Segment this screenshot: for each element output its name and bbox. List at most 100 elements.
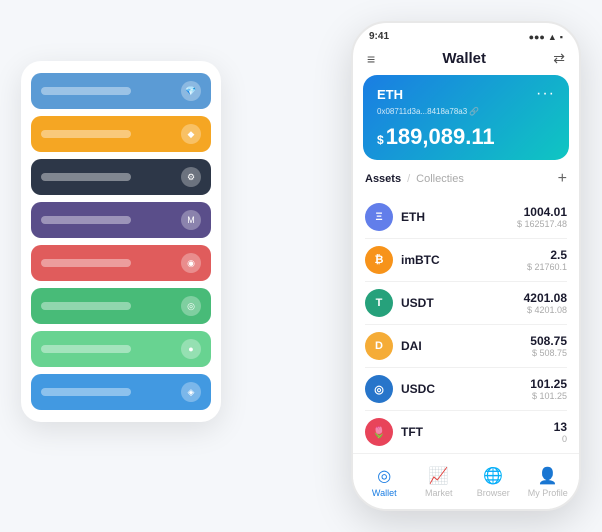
asset-right-dai: 508.75 $ 508.75 xyxy=(530,334,567,358)
usdt-icon: T xyxy=(365,289,393,317)
eth-card[interactable]: ETH ··· 0x08711d3a...8418a78a3 🔗 $189,08… xyxy=(363,75,569,160)
profile-nav-label: My Profile xyxy=(528,488,568,498)
imbtc-asset-amount: 2.5 xyxy=(527,248,567,262)
wifi-icon: ▲ xyxy=(548,32,557,42)
asset-right-imbtc: 2.5 $ 21760.1 xyxy=(527,248,567,272)
asset-right-tft: 13 0 xyxy=(554,420,567,444)
wallet-nav-label: Wallet xyxy=(372,488,397,498)
asset-right-eth: 1004.01 $ 162517.48 xyxy=(517,205,567,229)
phone-mockup: 9:41 ●●● ▲ ▪ ≡ Wallet ⇄ ETH ··· 0x08711d… xyxy=(351,21,581,511)
card-icon-7: ● xyxy=(181,339,201,359)
card-icon-6: ◎ xyxy=(181,296,201,316)
asset-left-dai: D DAI xyxy=(365,332,422,360)
menu-icon[interactable]: ≡ xyxy=(367,51,375,67)
stack-card-8[interactable]: ◈ xyxy=(31,374,211,410)
card-icon-3: ⚙ xyxy=(181,167,201,187)
card-icon-1: 💎 xyxy=(181,81,201,101)
asset-left-eth: Ξ ETH xyxy=(365,203,425,231)
stack-card-4[interactable]: M xyxy=(31,202,211,238)
usdt-asset-usd: $ 4201.08 xyxy=(524,305,567,315)
dai-asset-amount: 508.75 xyxy=(530,334,567,348)
asset-left-tft: 🌷 TFT xyxy=(365,418,423,446)
stack-card-1[interactable]: 💎 xyxy=(31,73,211,109)
card-bar xyxy=(41,302,131,310)
signal-icon: ●●● xyxy=(529,32,545,42)
eth-amount: $189,089.11 xyxy=(377,124,555,150)
stack-card-7[interactable]: ● xyxy=(31,331,211,367)
card-bar xyxy=(41,130,131,138)
tab-collecties[interactable]: Collecties xyxy=(416,173,464,185)
tab-divider: / xyxy=(407,173,410,185)
imbtc-asset-usd: $ 21760.1 xyxy=(527,262,567,272)
card-stack: 💎 ◆ ⚙ M ◉ ◎ ● ◈ xyxy=(21,61,221,422)
card-bar xyxy=(41,87,131,95)
usdc-icon: ◎ xyxy=(365,375,393,403)
asset-left-usdc: ◎ USDC xyxy=(365,375,435,403)
asset-right-usdt: 4201.08 $ 4201.08 xyxy=(524,291,567,315)
eth-asset-usd: $ 162517.48 xyxy=(517,219,567,229)
status-icons: ●●● ▲ ▪ xyxy=(529,32,563,42)
asset-right-usdc: 101.25 $ 101.25 xyxy=(530,377,567,401)
asset-left-usdt: T USDT xyxy=(365,289,434,317)
stack-card-5[interactable]: ◉ xyxy=(31,245,211,281)
asset-list: Ξ ETH 1004.01 $ 162517.48 ₿ imBTC 2.5 $ … xyxy=(353,196,579,454)
eth-name: ETH xyxy=(401,210,425,224)
scene: 💎 ◆ ⚙ M ◉ ◎ ● ◈ xyxy=(21,21,581,511)
imbtc-icon: ₿ xyxy=(365,246,393,274)
asset-item-tft[interactable]: 🌷 TFT 13 0 xyxy=(365,411,567,454)
imbtc-name: imBTC xyxy=(401,253,440,267)
asset-item-usdc[interactable]: ◎ USDC 101.25 $ 101.25 xyxy=(365,368,567,411)
market-nav-icon: 📈 xyxy=(429,466,449,486)
nav-profile[interactable]: 👤 My Profile xyxy=(521,466,576,498)
status-time: 9:41 xyxy=(369,31,389,42)
profile-nav-icon: 👤 xyxy=(538,466,558,486)
eth-asset-amount: 1004.01 xyxy=(517,205,567,219)
currency-symbol: $ xyxy=(377,133,384,147)
eth-icon: Ξ xyxy=(365,203,393,231)
nav-browser[interactable]: 🌐 Browser xyxy=(466,466,521,498)
market-nav-label: Market xyxy=(425,488,453,498)
tft-asset-usd: 0 xyxy=(554,434,567,444)
eth-card-header: ETH ··· xyxy=(377,85,555,103)
asset-item-dai[interactable]: D DAI 508.75 $ 508.75 xyxy=(365,325,567,368)
usdt-name: USDT xyxy=(401,296,434,310)
assets-header: Assets / Collecties + xyxy=(353,170,579,196)
eth-address: 0x08711d3a...8418a78a3 🔗 xyxy=(377,107,555,116)
browser-nav-icon: 🌐 xyxy=(483,466,503,486)
eth-card-menu[interactable]: ··· xyxy=(536,85,555,103)
card-icon-8: ◈ xyxy=(181,382,201,402)
stack-card-3[interactable]: ⚙ xyxy=(31,159,211,195)
asset-item-usdt[interactable]: T USDT 4201.08 $ 4201.08 xyxy=(365,282,567,325)
usdc-name: USDC xyxy=(401,382,435,396)
card-icon-5: ◉ xyxy=(181,253,201,273)
add-asset-button[interactable]: + xyxy=(558,170,567,188)
tft-asset-amount: 13 xyxy=(554,420,567,434)
asset-item-imbtc[interactable]: ₿ imBTC 2.5 $ 21760.1 xyxy=(365,239,567,282)
dai-icon: D xyxy=(365,332,393,360)
scan-icon[interactable]: ⇄ xyxy=(553,50,565,67)
stack-card-6[interactable]: ◎ xyxy=(31,288,211,324)
tft-name: TFT xyxy=(401,425,423,439)
wallet-nav-icon: ◎ xyxy=(377,466,391,486)
card-bar xyxy=(41,173,131,181)
bottom-nav: ◎ Wallet 📈 Market 🌐 Browser 👤 My Profile xyxy=(353,453,579,509)
card-bar xyxy=(41,388,131,396)
status-bar: 9:41 ●●● ▲ ▪ xyxy=(353,23,579,46)
assets-tabs: Assets / Collecties xyxy=(365,173,464,185)
nav-wallet[interactable]: ◎ Wallet xyxy=(357,466,412,498)
asset-item-eth[interactable]: Ξ ETH 1004.01 $ 162517.48 xyxy=(365,196,567,239)
card-icon-4: M xyxy=(181,210,201,230)
eth-coin-name: ETH xyxy=(377,87,403,102)
dai-asset-usd: $ 508.75 xyxy=(530,348,567,358)
tab-assets[interactable]: Assets xyxy=(365,173,401,185)
browser-nav-label: Browser xyxy=(477,488,510,498)
tft-icon: 🌷 xyxy=(365,418,393,446)
battery-icon: ▪ xyxy=(560,32,563,42)
stack-card-2[interactable]: ◆ xyxy=(31,116,211,152)
phone-header: ≡ Wallet ⇄ xyxy=(353,46,579,75)
usdt-asset-amount: 4201.08 xyxy=(524,291,567,305)
page-title: Wallet xyxy=(442,50,486,67)
usdc-asset-usd: $ 101.25 xyxy=(530,391,567,401)
card-icon-2: ◆ xyxy=(181,124,201,144)
nav-market[interactable]: 📈 Market xyxy=(412,466,467,498)
